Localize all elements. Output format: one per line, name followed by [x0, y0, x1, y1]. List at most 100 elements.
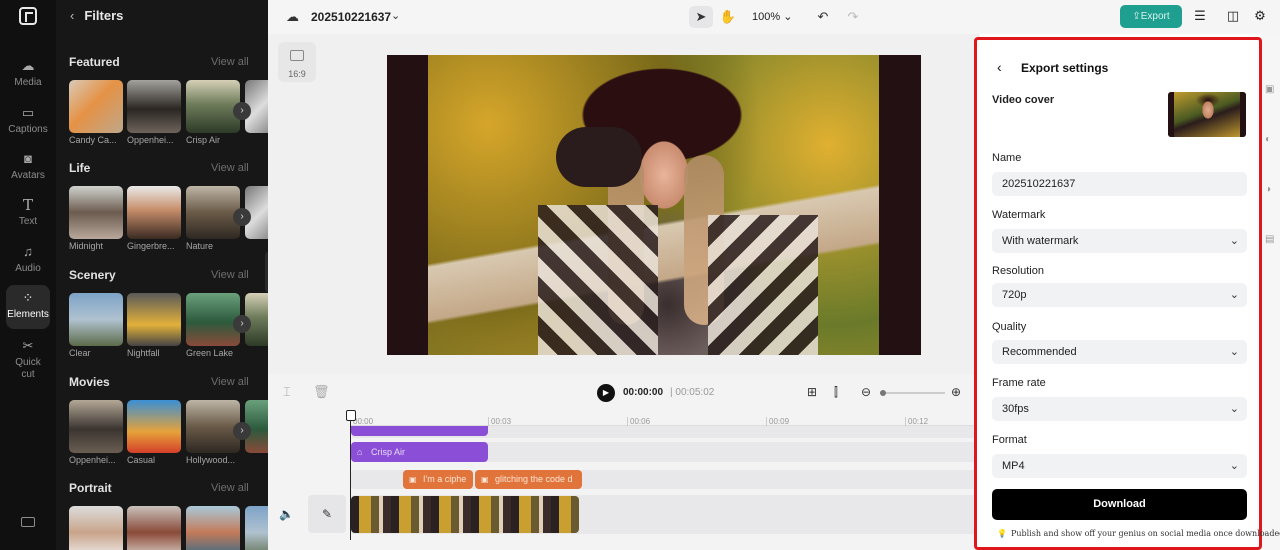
name-field[interactable]: 202510221637 — [992, 172, 1247, 196]
side-tool-icon[interactable]: ▣ — [1265, 84, 1274, 95]
filter-thumb[interactable]: Clear — [69, 293, 123, 358]
download-button[interactable]: Download — [992, 489, 1247, 520]
filter-thumb[interactable] — [186, 506, 240, 550]
filter-preview — [69, 293, 123, 346]
hand-tool-icon[interactable]: ✋ — [716, 6, 740, 28]
keyboard-shortcuts-icon[interactable] — [21, 517, 35, 527]
filter-thumb[interactable] — [127, 506, 181, 550]
video-clip[interactable] — [351, 496, 579, 533]
chevron-down-icon[interactable]: ⌄ — [391, 9, 400, 22]
app-logo-icon[interactable] — [19, 7, 37, 25]
nav-item-avatars[interactable]: ◙ Avatars — [0, 151, 56, 195]
side-tool-icon[interactable]: ◑ — [1265, 184, 1271, 195]
view-all-featured[interactable]: View all — [211, 56, 249, 68]
total-time-value: 00:05:02 — [675, 387, 715, 398]
nav-label: Avatars — [11, 170, 45, 181]
chevron-left-icon[interactable]: ‹ — [70, 8, 74, 23]
filter-preview — [69, 506, 123, 550]
filter-thumb[interactable]: Nature — [186, 186, 240, 251]
cloud-sync-icon[interactable]: ☁ — [286, 9, 299, 25]
nav-item-media[interactable]: ☁ Media — [0, 58, 56, 102]
filter-thumb[interactable]: Crisp Air — [186, 80, 240, 145]
filter-thumb[interactable]: Nightfall — [127, 293, 181, 358]
nav-item-captions[interactable]: ▭ Captions — [0, 105, 56, 149]
app-window: ☁ Media ▭ Captions ◙ Avatars T Text ♫ Au… — [0, 0, 1280, 550]
section-title-featured: Featured — [69, 55, 120, 69]
chevron-right-icon[interactable]: › — [233, 315, 251, 333]
filter-thumb[interactable]: Gingerbre... — [127, 186, 181, 251]
filter-preview — [186, 186, 240, 239]
filter-thumb[interactable]: Oppenhei... — [69, 400, 123, 465]
redo-icon[interactable]: ↷ — [841, 6, 865, 28]
snap-icon[interactable]: ⊞ — [807, 385, 817, 399]
aspect-ratio-label: 16:9 — [288, 69, 306, 79]
playhead[interactable] — [346, 410, 356, 540]
layers-icon[interactable]: ☰ — [1192, 8, 1208, 24]
zoom-in-icon[interactable]: ⊕ — [951, 385, 961, 399]
filter-preview — [127, 400, 181, 453]
filter-thumb-partial[interactable] — [245, 506, 268, 550]
nav-label: Elements — [7, 309, 49, 320]
filter-thumb[interactable]: Casual — [127, 400, 181, 465]
filter-preview — [127, 506, 181, 550]
filter-clip[interactable]: Crisp Air — [351, 442, 488, 462]
volume-icon[interactable]: 🔈 — [279, 507, 294, 521]
format-select[interactable]: MP4 ⌄ — [992, 454, 1247, 478]
export-button[interactable]: ⇪Export — [1120, 5, 1182, 28]
view-all-scenery[interactable]: View all — [211, 269, 249, 281]
quality-select[interactable]: Recommended ⌄ — [992, 340, 1247, 364]
nav-item-text[interactable]: T Text — [0, 197, 56, 241]
nav-item-elements[interactable]: ⁘ Elements — [6, 285, 50, 329]
text-clip[interactable]: glitching the code d — [475, 470, 582, 489]
filter-thumb[interactable]: Candy Ca... — [69, 80, 123, 145]
video-preview[interactable] — [387, 55, 921, 355]
project-name[interactable]: 202510221637 — [311, 10, 391, 24]
zoom-value: 100% — [752, 11, 781, 23]
coat-pattern — [538, 205, 658, 355]
text-clip[interactable]: I'm a ciphe — [403, 470, 473, 489]
view-all-portrait[interactable]: View all — [211, 482, 249, 494]
select-tool-icon[interactable]: ➤ — [689, 6, 713, 28]
view-all-life[interactable]: View all — [211, 162, 249, 174]
filters-header[interactable]: ‹ Filters — [70, 8, 123, 23]
nav-label: Quick cut — [15, 357, 41, 380]
gear-icon[interactable]: ⚙ — [1252, 8, 1268, 24]
play-button[interactable]: ▶ — [597, 384, 615, 402]
side-tool-icon[interactable]: ▤ — [1265, 234, 1274, 245]
edit-track-button[interactable]: ✎ — [308, 495, 346, 533]
text-icon: T — [22, 196, 33, 214]
video-frame-image — [428, 55, 879, 355]
filter-thumb[interactable]: Oppenhei... — [127, 80, 181, 145]
filter-thumb[interactable]: Green Lake — [186, 293, 240, 358]
effect-clip[interactable] — [351, 426, 488, 436]
filter-thumb[interactable]: Midnight — [69, 186, 123, 251]
video-cover-thumbnail[interactable] — [1168, 92, 1246, 137]
chevron-right-icon[interactable]: › — [233, 422, 251, 440]
aspect-ratio-button[interactable]: 16:9 — [278, 42, 316, 82]
download-hint: 💡 Publish and show off your genius on soc… — [997, 529, 1280, 538]
panel-layout-icon[interactable]: ◫ — [1225, 8, 1241, 24]
nav-item-audio[interactable]: ♫ Audio — [0, 244, 56, 288]
filter-preview — [186, 400, 240, 453]
frame-rate-select[interactable]: 30fps ⌄ — [992, 397, 1247, 421]
nav-label: Media — [14, 77, 42, 88]
filter-thumb[interactable]: Hollywood... — [186, 400, 240, 465]
view-all-movies[interactable]: View all — [211, 376, 249, 388]
side-tool-icon[interactable]: ◐ — [1265, 134, 1271, 145]
nav-item-quick-cut[interactable]: ✂ Quick cut — [0, 338, 56, 382]
filter-thumb[interactable] — [69, 506, 123, 550]
split-scene-icon[interactable]: ⫿ — [834, 385, 838, 400]
filter-name: Oppenhei... — [69, 455, 116, 465]
chevron-left-icon[interactable]: ‹ — [997, 59, 1002, 75]
resolution-select[interactable]: 720p ⌄ — [992, 283, 1247, 307]
zoom-level[interactable]: 100% ⌄ — [752, 10, 792, 23]
chevron-right-icon[interactable]: › — [233, 102, 251, 120]
chevron-right-icon[interactable]: › — [233, 208, 251, 226]
split-icon[interactable]: ⌶ — [283, 384, 291, 400]
time-ruler[interactable]: 00:00 00:03 00:06 00:09 00:12 — [350, 412, 980, 426]
watermark-select[interactable]: With watermark ⌄ — [992, 229, 1247, 253]
undo-icon[interactable]: ↶ — [811, 6, 835, 28]
delete-icon[interactable]: 🗑 — [313, 384, 330, 400]
zoom-slider[interactable] — [880, 390, 945, 396]
zoom-out-icon[interactable]: ⊖ — [861, 385, 871, 399]
